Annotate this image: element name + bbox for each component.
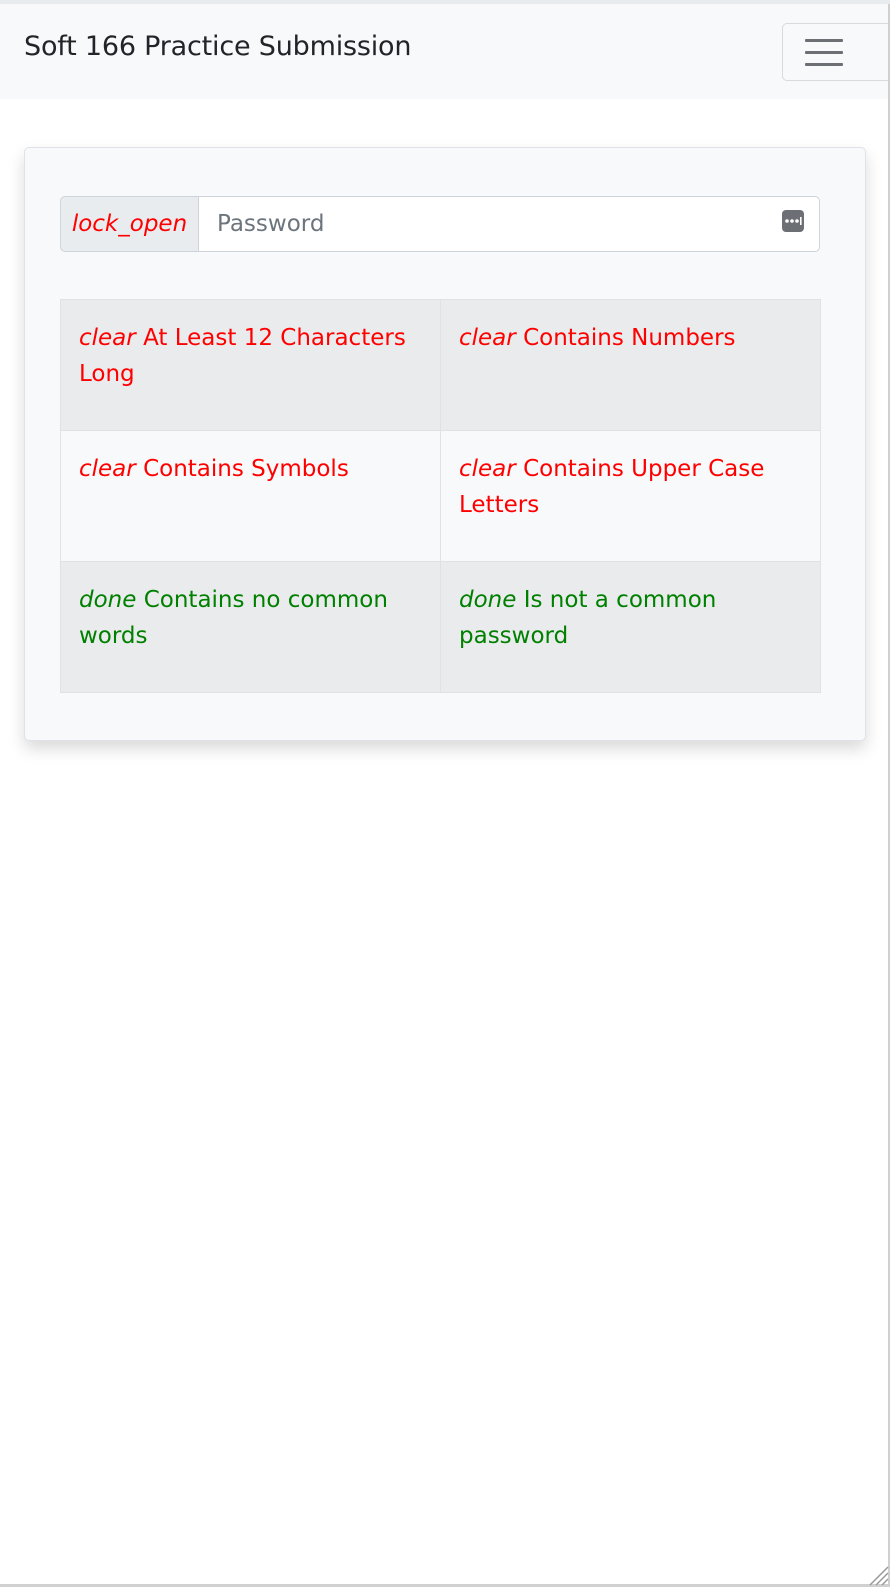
requirement-no-common-words: done Contains no common words <box>60 561 441 693</box>
done-icon: done <box>459 587 517 613</box>
clear-icon: clear <box>459 325 516 351</box>
table-row: clear Contains Symbols clear Contains Up… <box>60 430 821 562</box>
table-row: clear At Least 12 Characters Long clear … <box>60 299 821 431</box>
requirement-not-common-password: done Is not a common password <box>440 561 821 693</box>
clear-icon: clear <box>79 325 136 351</box>
password-field-wrapper <box>198 196 820 252</box>
requirement-numbers: clear Contains Numbers <box>440 299 821 431</box>
done-icon: done <box>79 587 137 613</box>
navbar-brand[interactable]: Soft 166 Practice Submission <box>24 30 411 64</box>
clear-icon: clear <box>459 456 516 482</box>
lock-open-icon: lock_open <box>60 196 198 252</box>
password-dots-icon[interactable] <box>782 210 804 232</box>
navbar-toggler-button[interactable] <box>782 23 890 81</box>
requirement-label: Contains Numbers <box>523 325 736 351</box>
clear-icon: clear <box>79 456 136 482</box>
requirement-label: Contains Symbols <box>143 456 349 482</box>
requirement-uppercase: clear Contains Upper Case Letters <box>440 430 821 562</box>
hamburger-menu-icon <box>805 38 843 66</box>
requirement-length: clear At Least 12 Characters Long <box>60 299 441 431</box>
requirement-symbols: clear Contains Symbols <box>60 430 441 562</box>
navbar: Soft 166 Practice Submission <box>0 4 890 99</box>
resize-grip-icon[interactable] <box>866 1563 890 1587</box>
password-checker-card: lock_open clear At Least 12 Characters L… <box>24 147 866 741</box>
table-row: done Contains no common words done Is no… <box>60 561 821 693</box>
password-input[interactable] <box>198 196 820 252</box>
requirements-table: clear At Least 12 Characters Long clear … <box>60 299 821 693</box>
password-input-group: lock_open <box>60 196 820 252</box>
